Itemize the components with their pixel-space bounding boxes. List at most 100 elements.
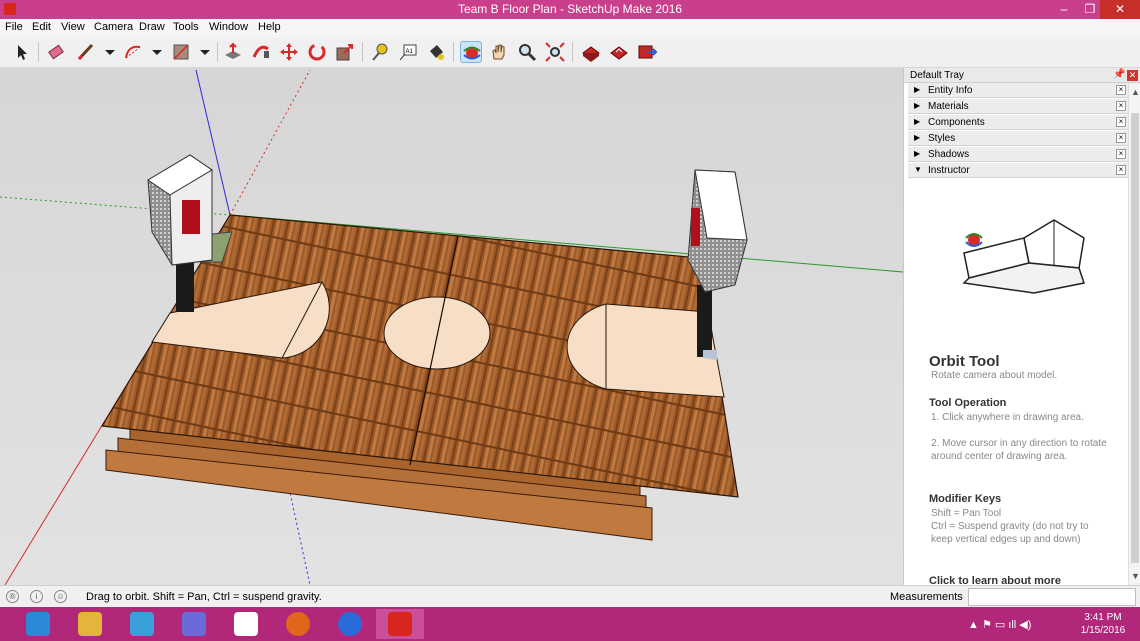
collapse-arrow-icon: ▼ [914,165,922,174]
geo-location-icon[interactable]: ® [6,590,19,603]
menu-tools[interactable]: Tools [173,21,199,33]
menu-view[interactable]: View [61,21,85,33]
menu-window[interactable]: Window [209,21,248,33]
menu-camera[interactable]: Camera [94,21,133,33]
expand-arrow-icon: ▶ [914,85,921,94]
tape-measure-tool-icon[interactable] [369,41,391,63]
toolbar-separator [362,42,363,62]
panel-label: Shadows [928,149,970,160]
line-tool-icon[interactable] [75,41,97,63]
left-backboard-square [182,200,200,234]
main-toolbar: A1 [0,37,1140,68]
toolbar-separator [217,42,218,62]
drawing-area[interactable] [0,68,903,585]
pan-tool-icon[interactable] [488,41,510,63]
panel-components[interactable]: ▶ Components × [908,115,1128,130]
chevron-down-icon[interactable] [99,41,121,63]
tray-title: Default Tray [910,70,964,81]
app-icon[interactable] [170,609,218,639]
menu-draw[interactable]: Draw [139,21,165,33]
arc-tool-icon[interactable] [122,41,144,63]
tool-operation-heading: Tool Operation [929,397,1007,409]
panel-entity-info[interactable]: ▶ Entity Info × [908,83,1128,98]
close-button[interactable]: ✕ [1100,0,1140,19]
window-title: Team B Floor Plan - SketchUp Make 2016 [457,2,683,16]
eraser-tool-icon[interactable] [45,41,67,63]
internet-explorer-icon[interactable] [14,609,62,639]
panel-materials[interactable]: ▶ Materials × [908,99,1128,114]
orbit-tool-icon[interactable] [460,41,482,63]
panel-close-icon[interactable]: × [1116,149,1126,159]
file-explorer-icon[interactable] [66,609,114,639]
modifier-shift: Shift = Pan Tool [931,508,1002,519]
toolbar-separator [453,42,454,62]
center-circle [383,296,491,370]
rectangle-tool-icon[interactable] [170,41,192,63]
extension-warehouse-icon[interactable] [636,41,658,63]
paint-bucket-tool-icon[interactable] [425,41,447,63]
system-tray-icons[interactable]: ▲ ⚑ ▭ ıll ◀) [968,618,1031,631]
chevron-down-icon[interactable] [146,41,168,63]
default-tray: Default Tray 📌 ✕ ▶ Entity Info × ▶ Mater… [903,68,1140,587]
scroll-down-icon[interactable]: ▼ [1131,571,1140,581]
system-clock[interactable]: 3:41 PM 1/15/2016 [1070,611,1136,637]
right-backboard-square [691,208,700,246]
panel-styles[interactable]: ▶ Styles × [908,131,1128,146]
panel-close-icon[interactable]: × [1116,165,1126,175]
tray-header: Default Tray 📌 ✕ [904,68,1140,83]
share-model-icon[interactable] [608,41,630,63]
panel-close-icon[interactable]: × [1116,117,1126,127]
panel-shadows[interactable]: ▶ Shadows × [908,147,1128,162]
panel-label: Styles [928,133,956,144]
panel-label: Components [928,117,985,128]
menu-edit[interactable]: Edit [32,21,51,33]
instructor-tool-name: Orbit Tool [929,353,1000,370]
panel-instructor[interactable]: ▼ Instructor × [908,163,1128,178]
warehouse-icon[interactable] [580,41,602,63]
follow-me-tool-icon[interactable] [250,41,272,63]
scroll-thumb[interactable] [1131,113,1139,563]
operation-step-2: 2. Move cursor in any direction to rotat… [931,438,1107,462]
panel-close-icon[interactable]: × [1116,85,1126,95]
modifier-keys-heading: Modifier Keys [929,493,1002,505]
menu-help[interactable]: Help [258,21,281,33]
rotate-tool-icon[interactable] [306,41,328,63]
info-icon[interactable]: i [30,590,43,603]
model-scene[interactable] [0,68,903,585]
firefox-icon[interactable] [274,609,322,639]
select-tool-icon[interactable] [10,41,32,63]
weather-app-icon[interactable] [326,609,374,639]
text-tool-icon[interactable]: A1 [397,41,419,63]
measurements-input[interactable] [968,588,1136,606]
instructor-tool-desc: Rotate camera about model. [931,370,1058,381]
amazon-icon[interactable] [222,609,270,639]
chevron-down-icon[interactable] [194,41,216,63]
zoom-extents-tool-icon[interactable] [544,41,566,63]
right-hoop-pole [697,285,712,357]
tray-scrollbar[interactable]: ▲ ▼ [1128,83,1140,585]
minimize-button[interactable]: – [1050,0,1078,19]
expand-arrow-icon: ▶ [914,117,921,126]
user-icon[interactable]: ☺ [54,590,67,603]
menu-bar: File Edit View Camera Draw Tools Window … [0,19,1140,37]
scale-tool-icon[interactable] [334,41,356,63]
paint-icon[interactable] [118,609,166,639]
panel-close-icon[interactable]: × [1116,133,1126,143]
tray-close-icon[interactable]: ✕ [1127,70,1138,81]
clock-time: 3:41 PM [1084,612,1122,623]
push-pull-tool-icon[interactable] [222,41,244,63]
move-tool-icon[interactable] [278,41,300,63]
panel-label: Instructor [928,165,970,176]
scroll-up-icon[interactable]: ▲ [1131,87,1140,97]
toolbar-separator [572,42,573,62]
modifier-ctrl: Ctrl = Suspend gravity (do not try to ke… [931,521,1089,545]
sketchup-taskbar-icon[interactable] [376,609,424,639]
panel-close-icon[interactable]: × [1116,101,1126,111]
pin-icon[interactable]: 📌 [1113,69,1125,80]
red-axis-dashed [229,69,311,216]
expand-arrow-icon: ▶ [914,149,921,158]
zoom-tool-icon[interactable] [516,41,538,63]
menu-file[interactable]: File [5,21,23,33]
svg-text:A1: A1 [406,49,414,55]
status-message: Drag to orbit. Shift = Pan, Ctrl = suspe… [86,591,322,603]
